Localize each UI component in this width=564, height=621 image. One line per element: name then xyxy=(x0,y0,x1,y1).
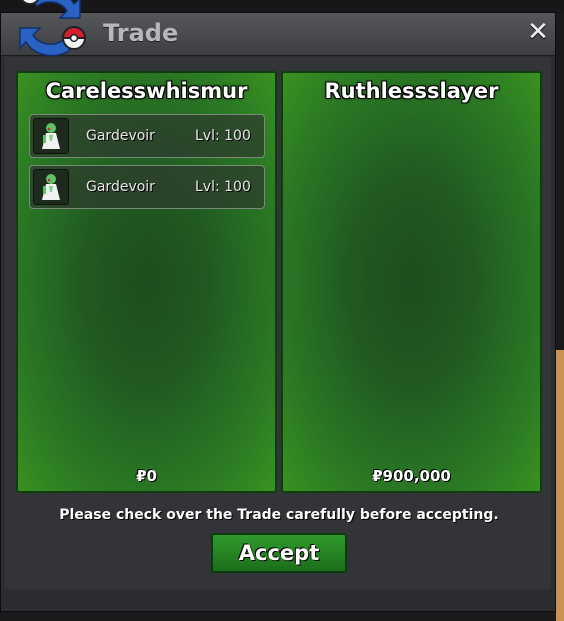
trade-swap-icon xyxy=(10,0,96,60)
close-icon[interactable]: ✕ xyxy=(525,19,551,45)
partner-player-name: Ruthlessslayer xyxy=(324,79,499,103)
my-player-name: Carelesswhismur xyxy=(45,79,248,103)
gardevoir-sprite-icon xyxy=(33,118,69,154)
background-edge xyxy=(556,350,564,621)
my-money: ₽0 xyxy=(136,467,157,485)
trade-warning-message: Please check over the Trade carefully be… xyxy=(59,507,499,523)
offer-item[interactable]: Gardevoir Lvl: 100 xyxy=(29,114,265,158)
my-offer-panel: Carelesswhismur Gardevoir Lvl: 100 Garde… xyxy=(16,71,277,493)
pokemon-level: Lvl: 100 xyxy=(195,128,251,144)
trade-window: Trade ✕ Carelesswhismur Gardevoir Lvl: 1… xyxy=(0,12,556,612)
pokemon-level: Lvl: 100 xyxy=(195,179,251,195)
gardevoir-sprite-icon xyxy=(33,169,69,205)
accept-button[interactable]: Accept xyxy=(211,533,347,573)
offer-item[interactable]: Gardevoir Lvl: 100 xyxy=(29,165,265,209)
window-title: Trade xyxy=(103,19,179,47)
pokemon-name: Gardevoir xyxy=(86,128,155,144)
partner-offer-panel: Ruthlessslayer ₽900,000 xyxy=(281,71,542,493)
pokemon-name: Gardevoir xyxy=(86,179,155,195)
background-strip xyxy=(0,612,556,621)
partner-money: ₽900,000 xyxy=(372,467,451,485)
